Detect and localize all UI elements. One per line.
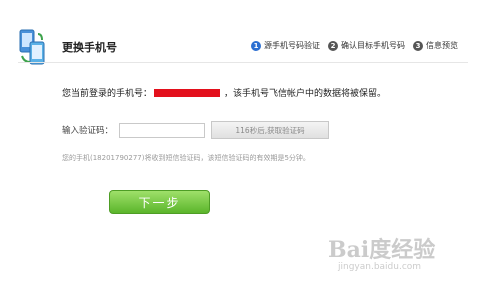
- account-suffix: ，该手机号飞信帐户中的数据将被保留。: [224, 89, 387, 99]
- baidu-jingyan-watermark: Bai度经验 jingyan.baidu.com: [328, 232, 468, 282]
- step-indicator: 1 源手机号码验证 2 确认目标手机号码 3 信息预览: [251, 40, 466, 51]
- step-1-label: 源手机号码验证: [264, 41, 320, 50]
- step-2-number: 2: [328, 40, 338, 51]
- get-code-button[interactable]: 116秒后,获取验证码: [211, 121, 329, 139]
- masked-phone-number: [154, 88, 221, 97]
- step-2: 2 确认目标手机号码: [328, 40, 405, 51]
- step-1-number: 1: [251, 40, 261, 51]
- step-3-number: 3: [413, 40, 423, 51]
- step-1: 1 源手机号码验证: [251, 40, 320, 51]
- step-3: 3 信息预览: [413, 40, 458, 51]
- verification-row: 输入验证码： 116秒后,获取验证码: [62, 121, 329, 139]
- sms-hint: 您的手机(18201790277)将收到短信验证码，该短信验证码的有效期是5分钟…: [62, 154, 310, 162]
- step-2-label: 确认目标手机号码: [341, 41, 405, 50]
- step-3-label: 信息预览: [426, 41, 458, 50]
- watermark-logo: Bai度经验: [328, 237, 436, 263]
- watermark-url: jingyan.baidu.com: [338, 262, 422, 272]
- page-title: 更换手机号: [62, 41, 117, 54]
- phone-switch-icon: [19, 29, 45, 65]
- verification-label: 输入验证码：: [62, 126, 114, 136]
- next-button[interactable]: 下一步: [109, 190, 210, 214]
- header-divider: [18, 62, 468, 63]
- verification-code-input[interactable]: [119, 122, 205, 138]
- current-account-line: 您当前登录的手机号： ，该手机号飞信帐户中的数据将被保留。: [62, 86, 386, 99]
- header: 更换手机号 1 源手机号码验证 2 确认目标手机号码 3 信息预览: [0, 0, 480, 72]
- account-prefix: 您当前登录的手机号：: [62, 89, 153, 99]
